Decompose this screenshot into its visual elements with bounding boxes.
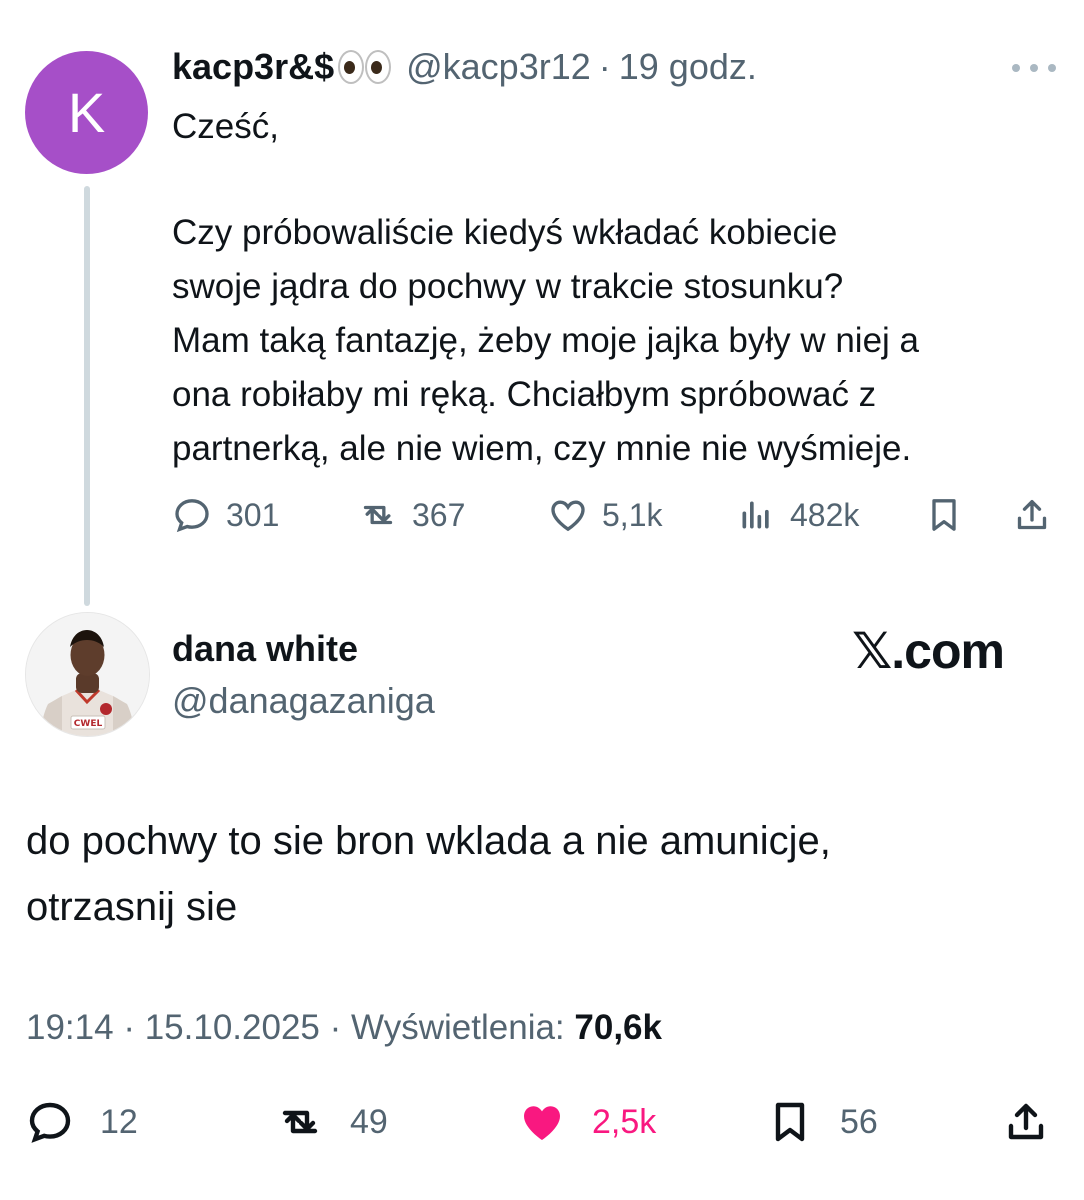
avatar-photo: CWEL (26, 613, 149, 736)
user-handle[interactable]: @danagazaniga (172, 680, 435, 722)
share-button[interactable] (1002, 1098, 1050, 1146)
reply-body-line: do pochwy to sie bron wklada a nie amuni… (26, 819, 831, 863)
views-icon (742, 501, 769, 529)
reply-count: 12 (100, 1102, 138, 1141)
views-count: 482k (790, 496, 860, 533)
tweet-body: Czy próbowaliście kiedyś wkładać kobieci… (172, 206, 1072, 476)
separator: · (123, 1008, 135, 1047)
tweet-body-line: ona robiłaby mi ręką. Chciałbym spróbowa… (172, 375, 877, 414)
tweet-greeting: Cześć, (172, 107, 279, 146)
like-icon (551, 500, 585, 532)
tweet-actions: 301 367 5,1k 482k (172, 495, 1056, 545)
tweet-body-line: Mam taką fantazję, żeby moje jajka były … (172, 321, 919, 360)
x-com-watermark: 𝕏.com (852, 623, 1005, 679)
more-options-icon[interactable] (1012, 64, 1056, 74)
heart-filled-icon (524, 1106, 560, 1140)
eyes-emoji-icon (338, 50, 392, 84)
reply-button[interactable]: 301 (172, 495, 279, 535)
separator: · (598, 46, 611, 87)
bookmark-icon (932, 499, 956, 531)
repost-button[interactable]: 49 (276, 1098, 388, 1146)
reply-button[interactable]: 12 (26, 1098, 138, 1146)
post-time[interactable]: 19:14 (26, 1008, 114, 1047)
tweet-meta: 19:14 · 15.10.2025 · Wyświetlenia: 70,6k (26, 1008, 662, 1048)
bookmark-button[interactable]: 56 (766, 1098, 878, 1146)
reply-count: 301 (226, 496, 280, 533)
share-icon (1008, 1103, 1044, 1140)
like-button[interactable]: 2,5k (518, 1098, 656, 1146)
like-count: 2,5k (592, 1102, 657, 1141)
views-button[interactable]: 482k (736, 495, 859, 535)
post-date[interactable]: 15.10.2025 (145, 1008, 320, 1047)
tweet-body-line: swoje jądra do pochwy w trakcie stosunku… (172, 267, 844, 306)
reply-icon (29, 1102, 71, 1143)
repost-icon (282, 1110, 318, 1134)
reply-body-line: otrzasnij sie (26, 885, 238, 929)
bookmark-button[interactable] (924, 495, 978, 535)
display-name[interactable]: kacp3r&$ (172, 46, 334, 88)
tweet-body-line: Czy próbowaliście kiedyś wkładać kobieci… (172, 213, 838, 252)
share-button[interactable] (1012, 495, 1066, 535)
repost-count: 49 (350, 1102, 388, 1141)
timestamp[interactable]: 19 godz. (619, 46, 757, 88)
like-button[interactable]: 5,1k (548, 495, 662, 535)
tweet-actions: 12 49 2,5k 56 (26, 1098, 1066, 1154)
reply-icon (175, 499, 209, 533)
share-icon (1017, 500, 1047, 530)
bookmark-count: 56 (840, 1102, 878, 1141)
thread-line (84, 186, 90, 606)
avatar-letter: K (67, 81, 106, 144)
display-name[interactable]: dana white (172, 628, 358, 670)
repost-button[interactable]: 367 (358, 495, 465, 535)
separator: · (329, 1008, 342, 1047)
avatar[interactable]: K (25, 51, 148, 174)
views-count: 70,6k (574, 1008, 662, 1047)
like-count: 5,1k (602, 496, 663, 533)
avatar[interactable]: CWEL (25, 612, 150, 737)
reply-body: do pochwy to sie bron wklada a nie amuni… (26, 808, 1066, 940)
repost-icon (363, 505, 393, 525)
tweet-body-line: partnerką, ale nie wiem, czy mnie nie wy… (172, 429, 912, 468)
tweet-header: kacp3r&$ @kacp3r12 · 19 godz. (172, 46, 757, 88)
bookmark-icon (775, 1102, 805, 1142)
user-handle[interactable]: @kacp3r12 (406, 46, 591, 88)
shirt-sponsor-text: CWEL (74, 719, 103, 729)
views-label: Wyświetlenia: (351, 1008, 565, 1047)
repost-count: 367 (412, 496, 466, 533)
